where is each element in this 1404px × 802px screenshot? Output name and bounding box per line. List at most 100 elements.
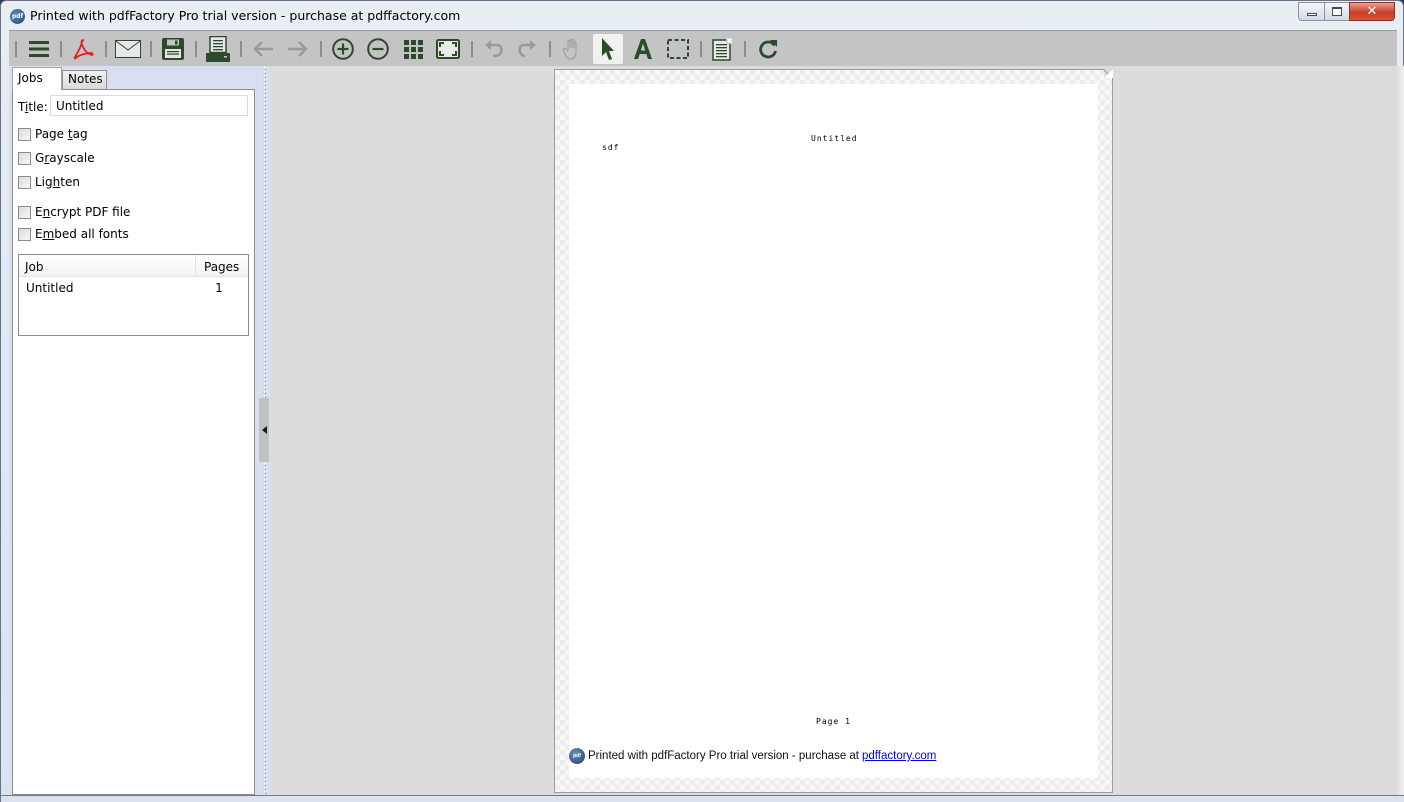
embed-fonts-checkbox-row[interactable]: Embed all fonts	[18, 227, 129, 241]
label-part: ten	[60, 175, 80, 189]
grayscale-checkbox-row[interactable]: Grayscale	[18, 151, 95, 165]
page-content: Untitled sdf Page 1	[569, 84, 1098, 778]
label-part: ag	[72, 127, 88, 141]
grayscale-checkbox[interactable]	[18, 151, 31, 165]
refresh-button[interactable]	[753, 34, 783, 64]
acrobat-pdf-icon	[73, 39, 94, 60]
document-viewer[interactable]: Untitled sdf Page 1 pdf Printed with pdf…	[270, 66, 1397, 795]
tab-notes[interactable]: Notes	[62, 70, 107, 89]
encrypt-pdf-checkbox[interactable]	[18, 205, 31, 219]
embed-fonts-label: Embed all fonts	[35, 227, 129, 241]
toolbar-separator	[60, 41, 62, 57]
encrypt-pdf-checkbox-row[interactable]: Encrypt PDF file	[18, 205, 130, 219]
text-tool-button[interactable]	[628, 34, 658, 64]
window-title: Printed with pdfFactory Pro trial versio…	[30, 8, 461, 23]
tab-jobs[interactable]: Jobs	[12, 67, 62, 90]
refresh-icon	[759, 40, 777, 59]
watermark-text: Printed with pdfFactory Pro trial versio…	[588, 750, 860, 762]
grid-icon	[403, 39, 423, 59]
toolbar-separator	[700, 41, 702, 57]
collapse-panel-button[interactable]	[259, 398, 269, 462]
label-part: Lig	[35, 175, 53, 189]
select-tool-button[interactable]	[593, 34, 623, 64]
delete-page-icon	[712, 37, 733, 61]
save-button[interactable]	[158, 34, 188, 64]
collapse-left-icon	[261, 426, 267, 434]
pdffactory-link[interactable]: pdffactory.com	[862, 750, 936, 762]
zoom-in-icon	[332, 38, 354, 60]
column-header-job[interactable]: Job	[19, 255, 196, 276]
maximize-button[interactable]	[1324, 2, 1349, 21]
fit-page-button[interactable]	[433, 34, 463, 64]
window-bottom-border	[1, 795, 1404, 802]
label-part: G	[35, 151, 45, 165]
menu-button[interactable]	[24, 34, 54, 64]
column-header-pages[interactable]: Pages	[196, 255, 248, 276]
label-part: Page	[35, 127, 68, 141]
undo-button[interactable]	[479, 34, 509, 64]
fit-screen-icon	[436, 39, 460, 59]
job-name-cell: Untitled	[26, 281, 74, 295]
page-corner-fold-icon	[1104, 69, 1113, 78]
title-label-part: tle:	[28, 100, 48, 114]
label-part: crypt PDF file	[50, 205, 131, 219]
title-label-part: T	[18, 100, 25, 114]
page-tag-checkbox[interactable]	[18, 127, 31, 141]
arrow-right-icon	[288, 41, 308, 57]
document-page-footer: Page 1	[816, 717, 851, 726]
embed-fonts-checkbox[interactable]	[18, 227, 31, 241]
minimize-button[interactable]	[1298, 2, 1324, 21]
page-tag-label: Page tag	[35, 127, 88, 141]
zoom-in-button[interactable]	[328, 34, 358, 64]
redo-icon	[518, 40, 536, 58]
panel-splitter[interactable]	[255, 66, 270, 795]
label-accesskey: m	[42, 227, 55, 241]
job-pages-cell: 1	[215, 281, 223, 295]
toolbar-separator	[471, 41, 473, 57]
hand-tool-button[interactable]	[558, 34, 588, 64]
print-button[interactable]	[203, 34, 233, 64]
vertical-scrollbar[interactable]	[1397, 66, 1404, 795]
zoom-out-button[interactable]	[363, 34, 393, 64]
pdffactory-logo-icon[interactable]: pdf	[10, 9, 25, 24]
email-button[interactable]	[113, 34, 143, 64]
toolbar-separator	[320, 41, 322, 57]
jobs-tab-panel: Title: Page tag Grayscale Lighten Encryp…	[12, 89, 255, 795]
marquee-select-icon	[667, 39, 689, 59]
delete-page-button[interactable]	[708, 34, 738, 64]
arrow-left-icon	[253, 41, 273, 57]
redo-button[interactable]	[512, 34, 542, 64]
lighten-label: Lighten	[35, 175, 80, 189]
encrypt-pdf-label: Encrypt PDF file	[35, 205, 130, 219]
zoom-out-icon	[367, 38, 389, 60]
restore-icon	[1332, 7, 1342, 16]
forward-button[interactable]	[283, 34, 313, 64]
title-bar: pdf Printed with pdfFactory Pro trial ve…	[1, 1, 1403, 30]
text-tool-icon	[634, 39, 652, 59]
pointer-arrow-icon	[602, 38, 614, 60]
minimize-icon	[1306, 13, 1317, 16]
envelope-icon	[115, 40, 141, 58]
page-tag-checkbox-row[interactable]: Page tag	[18, 127, 88, 141]
undo-icon	[485, 40, 503, 58]
save-pdf-button[interactable]	[68, 34, 98, 64]
table-row[interactable]: Untitled 1	[19, 277, 248, 297]
close-button[interactable]: ✕	[1349, 2, 1395, 21]
page-preview[interactable]: Untitled sdf Page 1 pdf Printed with pdf…	[554, 69, 1113, 793]
toolbar-separator	[744, 41, 746, 57]
marquee-tool-button[interactable]	[663, 34, 693, 64]
toolbar-separator	[240, 41, 242, 57]
label-part: bed all fonts	[54, 227, 129, 241]
close-icon: ✕	[1366, 4, 1378, 19]
title-input[interactable]	[50, 95, 248, 116]
document-header-title: Untitled	[811, 134, 858, 143]
window-controls: ✕	[1298, 2, 1395, 21]
title-label: Title:	[18, 100, 48, 114]
lighten-checkbox[interactable]	[18, 175, 31, 189]
printer-icon	[206, 36, 230, 62]
back-button[interactable]	[248, 34, 278, 64]
label-part: E	[35, 205, 43, 219]
thumbnails-button[interactable]	[398, 34, 428, 64]
lighten-checkbox-row[interactable]: Lighten	[18, 175, 80, 189]
job-list-table: Job Pages Untitled 1	[18, 254, 249, 336]
